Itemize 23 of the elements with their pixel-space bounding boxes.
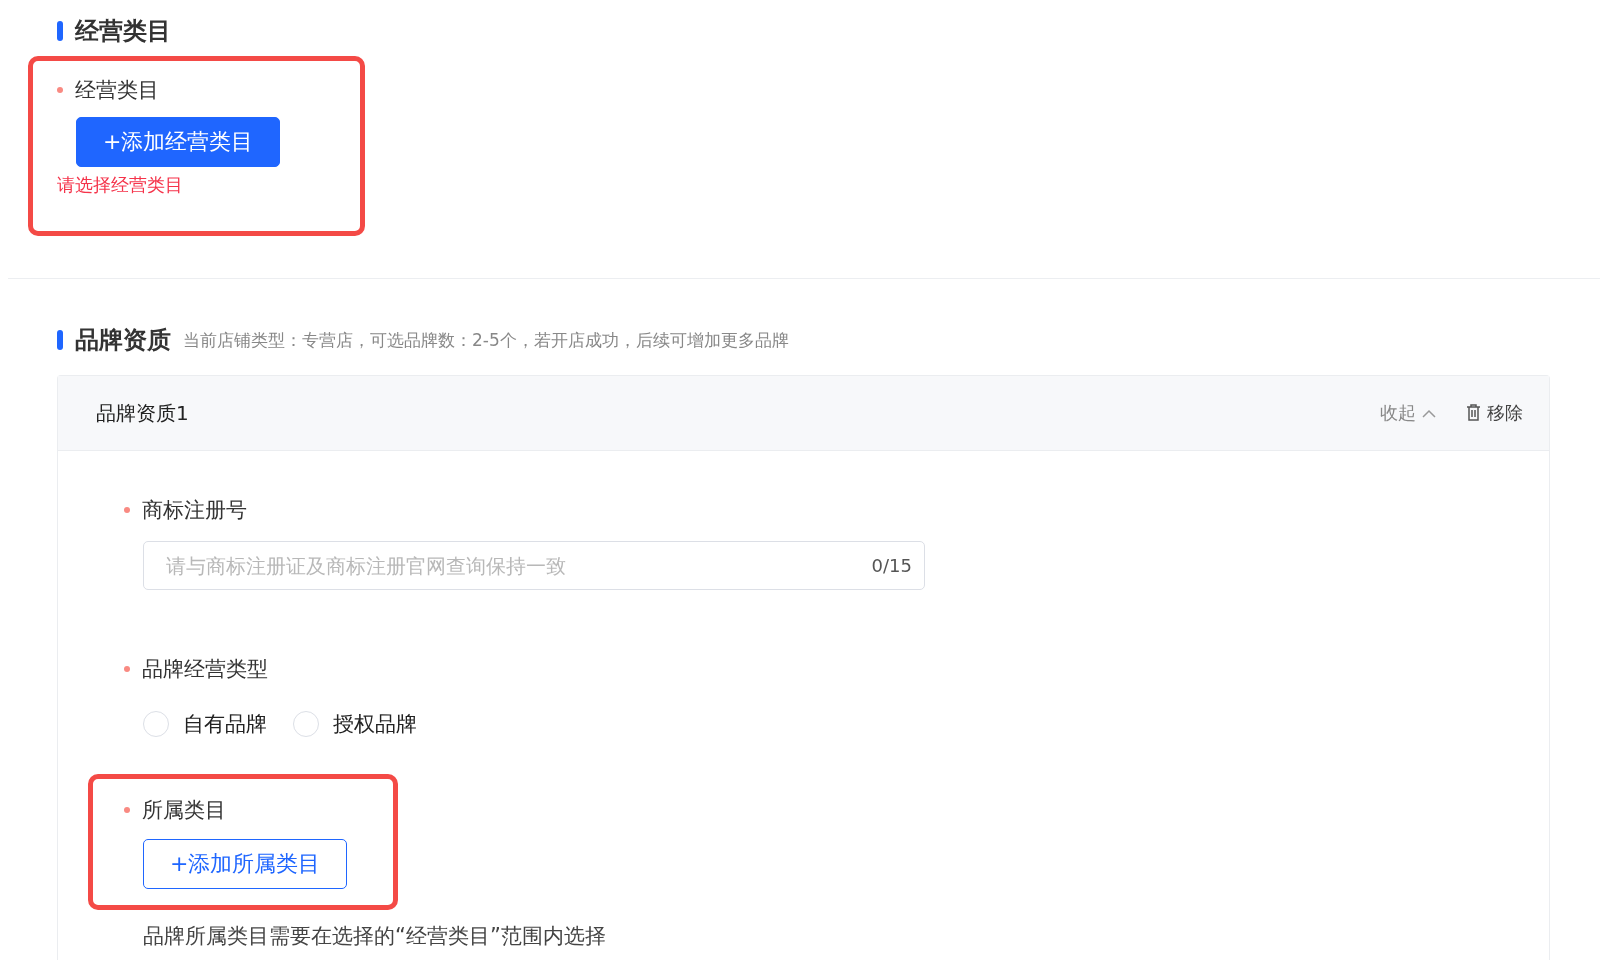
field-label: 品牌经营类型 bbox=[142, 656, 268, 683]
add-button[interactable]: +添加经营类目 bbox=[76, 117, 281, 167]
field-label: 经营类目 bbox=[75, 77, 159, 104]
section-title: 经营类目 bbox=[75, 16, 171, 47]
remove-link[interactable]: 移除 bbox=[1466, 401, 1523, 425]
card-title: 品牌资质1 bbox=[96, 399, 189, 427]
title-accent-bar bbox=[57, 21, 63, 41]
trademark-input[interactable]: 请与商标注册证及商标注册官网查询保持一致 0/15 bbox=[143, 541, 925, 590]
char-counter: 0/15 bbox=[871, 555, 912, 576]
radio-button[interactable] bbox=[293, 711, 319, 737]
error-message: 请选择经营类目 bbox=[57, 173, 183, 197]
section-subtitle: 当前店铺类型：专营店，可选品牌数：2-5个，若开店成功，后续可增加更多品牌 bbox=[183, 328, 789, 352]
radio-button[interactable] bbox=[143, 711, 169, 737]
field-label: 所属类目 bbox=[142, 797, 226, 824]
caret-icon bbox=[1422, 408, 1436, 418]
trash-icon bbox=[1466, 404, 1481, 422]
field-hint: 品牌所属类目需要在选择的“经营类目”范围内选择 bbox=[143, 923, 607, 950]
section-title: 品牌资质 bbox=[75, 325, 171, 356]
title-accent-bar bbox=[57, 330, 63, 350]
add-button[interactable]: +添加所属类目 bbox=[143, 839, 348, 889]
radio-label[interactable]: 自有品牌 bbox=[183, 710, 267, 738]
radio-label[interactable]: 授权品牌 bbox=[333, 710, 417, 738]
field-label: 商标注册号 bbox=[142, 497, 247, 524]
